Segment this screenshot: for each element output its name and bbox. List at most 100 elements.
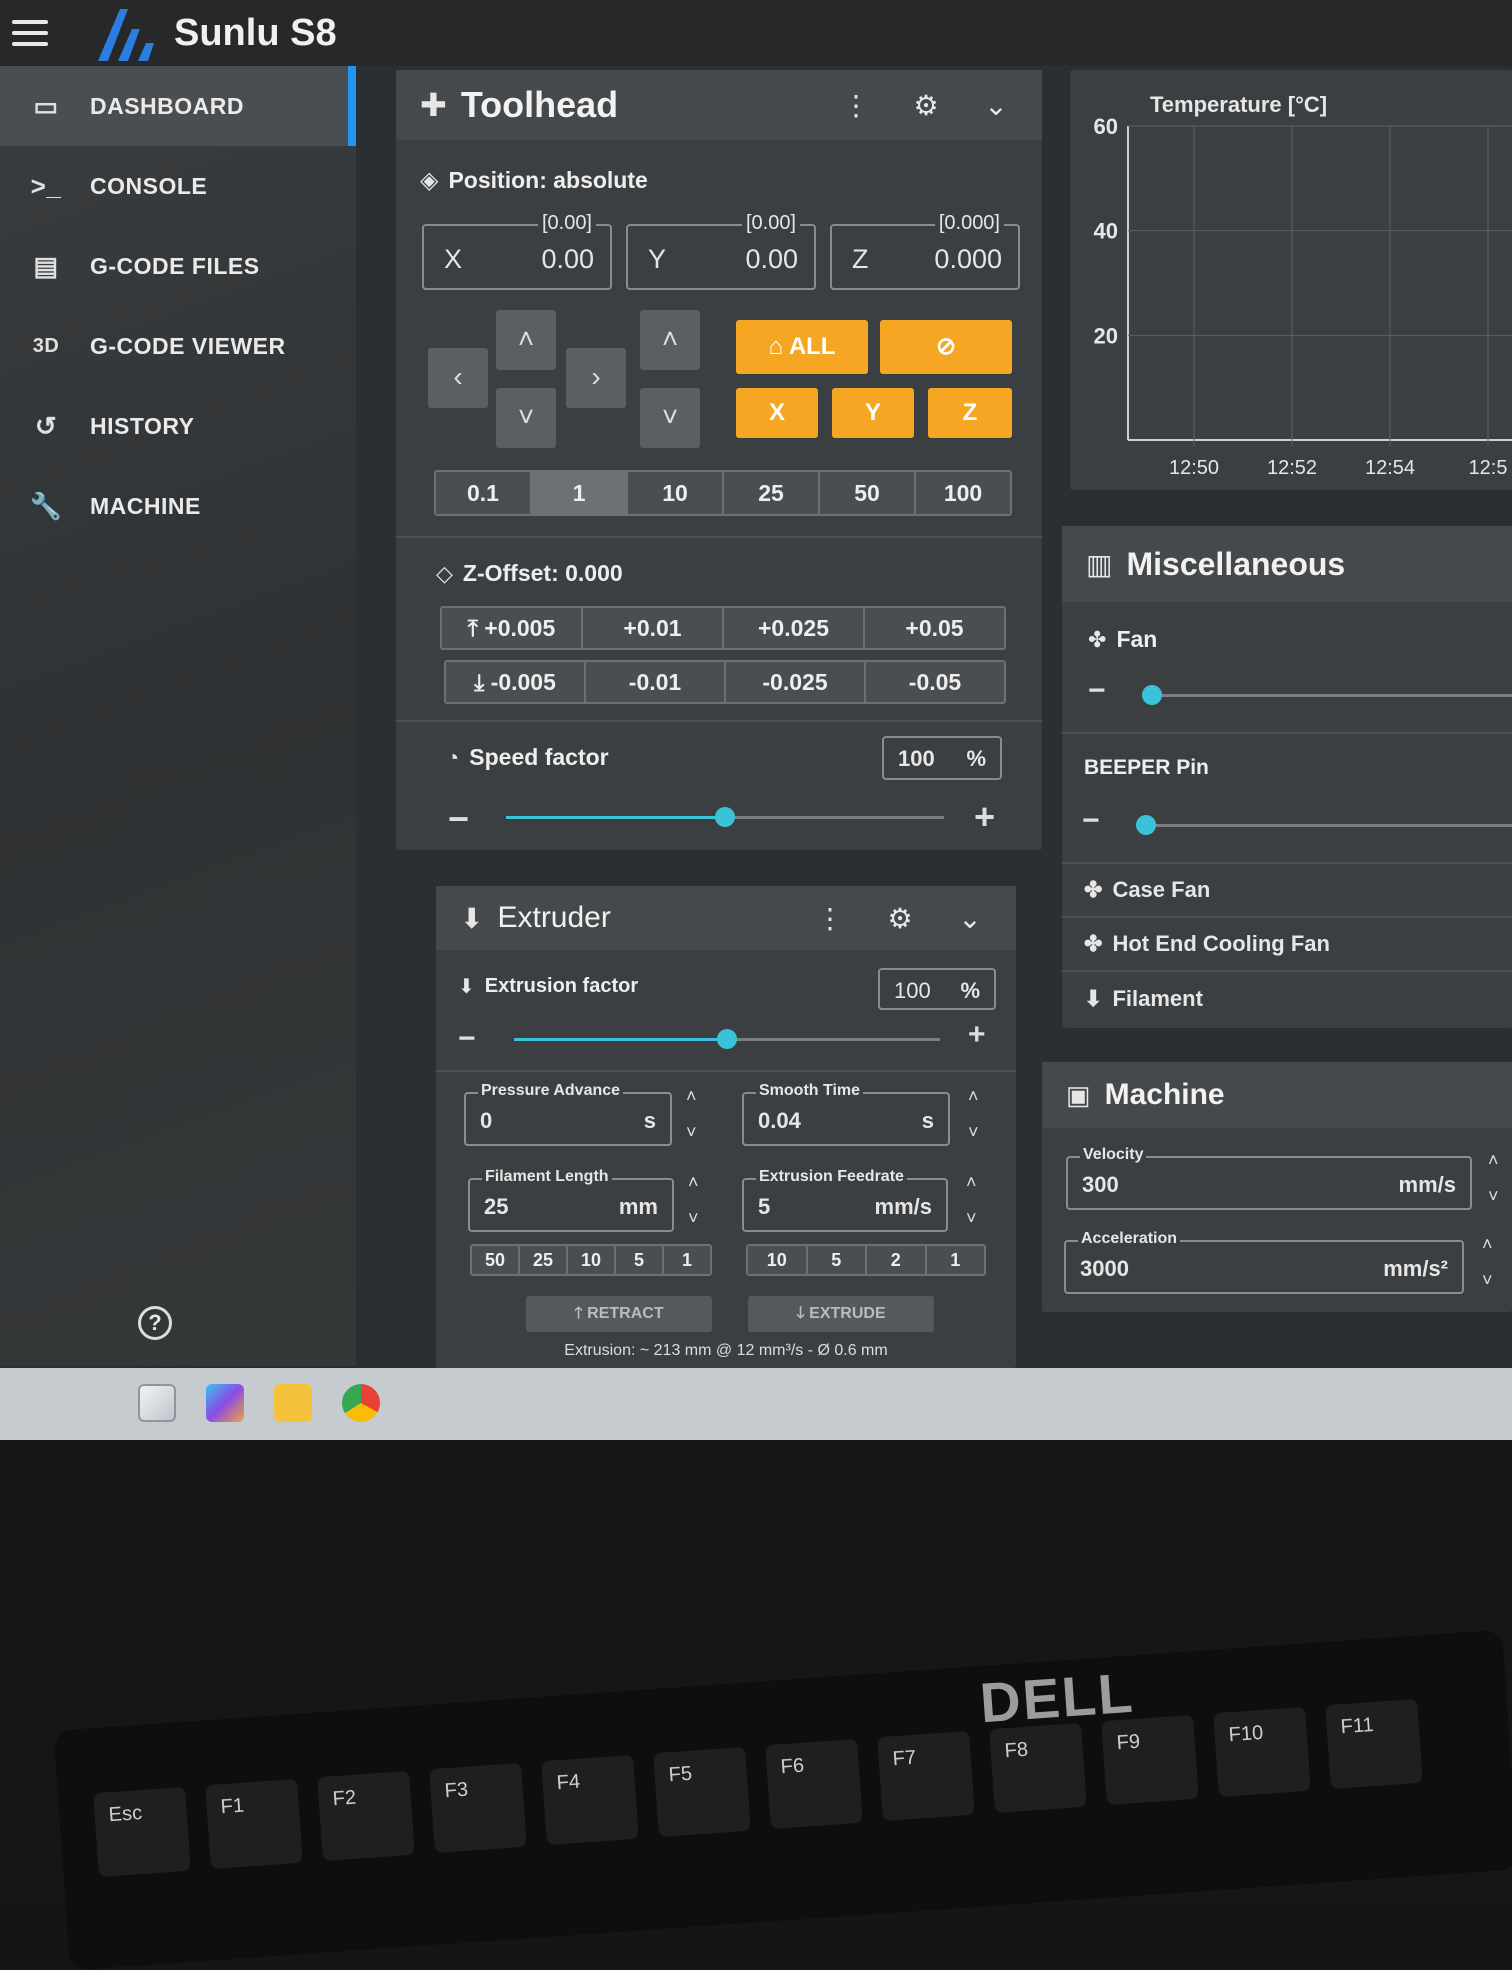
smooth-time-down-icon[interactable]: ˅ bbox=[968, 1122, 979, 1143]
extrusion-plus-icon[interactable]: + bbox=[968, 1018, 986, 1052]
sidebar-item-dashboard[interactable]: ▭ DASHBOARD bbox=[0, 66, 356, 146]
feedrate-step-button[interactable]: 5 bbox=[807, 1246, 867, 1274]
velocity-down-icon[interactable]: ˅ bbox=[1488, 1186, 1499, 1207]
length-step-button[interactable]: 10 bbox=[568, 1246, 616, 1274]
z-position-field[interactable]: [0.000] Z 0.000 bbox=[830, 212, 1020, 290]
extrusion-factor-input[interactable]: 100 % bbox=[878, 968, 996, 1010]
home-x-button[interactable]: X bbox=[736, 388, 818, 438]
gear-icon[interactable]: ⚙ bbox=[904, 83, 948, 127]
acceleration-up-icon[interactable]: ˄ bbox=[1482, 1234, 1493, 1255]
more-vert-icon[interactable]: ⋮ bbox=[834, 83, 878, 127]
chrome-icon[interactable] bbox=[342, 1384, 380, 1422]
sidebar-item-history[interactable]: ↺ HISTORY bbox=[0, 386, 356, 466]
menu-icon[interactable] bbox=[12, 20, 48, 46]
velocity-input[interactable]: Velocity 300 mm/s bbox=[1066, 1146, 1472, 1210]
zoffset-down-button[interactable]: -0.01 bbox=[586, 662, 726, 702]
sidebar: ▭ DASHBOARD >_ CONSOLE ▤ G-CODE FILES 3D… bbox=[0, 66, 356, 1366]
step-button[interactable]: 1 bbox=[532, 472, 628, 514]
step-button[interactable]: 0.1 bbox=[436, 472, 532, 514]
extrusion-feedrate-up-icon[interactable]: ˄ bbox=[966, 1172, 977, 1193]
acceleration-down-icon[interactable]: ˅ bbox=[1482, 1270, 1493, 1291]
chevron-down-icon[interactable]: ⌄ bbox=[948, 896, 992, 940]
extrude-button[interactable]: 🡓 EXTRUDE bbox=[748, 1296, 934, 1332]
extrusion-slider-knob[interactable] bbox=[717, 1029, 737, 1049]
fan-icon: ✤ bbox=[1084, 931, 1103, 956]
smooth-time-up-icon[interactable]: ˄ bbox=[968, 1086, 979, 1107]
filament-length-down-icon[interactable]: ˅ bbox=[688, 1208, 699, 1229]
pressure-advance-up-icon[interactable]: ˄ bbox=[686, 1086, 697, 1107]
extrusion-feedrate-input[interactable]: Extrusion Feedrate 5 mm/s bbox=[742, 1168, 948, 1232]
fan-slider-knob[interactable] bbox=[1142, 685, 1162, 705]
length-step-button[interactable]: 25 bbox=[520, 1246, 568, 1274]
zoffset-down-button[interactable]: ⤓ -0.005 bbox=[446, 662, 586, 702]
zoffset-down-button[interactable]: -0.025 bbox=[726, 662, 866, 702]
filament-length-input[interactable]: Filament Length 25 mm bbox=[468, 1168, 674, 1232]
gear-icon[interactable]: ⚙ bbox=[878, 896, 922, 940]
jog-y-minus-button[interactable]: ˅ bbox=[496, 388, 556, 448]
more-vert-icon[interactable]: ⋮ bbox=[808, 896, 852, 940]
jog-x-plus-button[interactable]: › bbox=[566, 348, 626, 408]
filament-row[interactable]: ⬇ Filament bbox=[1062, 970, 1512, 1026]
feedrate-step-button[interactable]: 2 bbox=[867, 1246, 927, 1274]
length-step-button[interactable]: 1 bbox=[664, 1246, 710, 1274]
extrusion-minus-icon[interactable]: − bbox=[458, 1022, 476, 1056]
step-button[interactable]: 50 bbox=[820, 472, 916, 514]
keyboard-key: F5 bbox=[653, 1746, 751, 1838]
y-position-field[interactable]: [0.00] Y 0.00 bbox=[626, 212, 816, 290]
feedrate-step-button[interactable]: 10 bbox=[748, 1246, 808, 1274]
step-button[interactable]: 25 bbox=[724, 472, 820, 514]
case-fan-row[interactable]: ✤ Case Fan bbox=[1062, 862, 1512, 916]
velocity-up-icon[interactable]: ˄ bbox=[1488, 1150, 1499, 1171]
retract-button[interactable]: 🡑 RETRACT bbox=[526, 1296, 712, 1332]
fan-slider-track[interactable] bbox=[1142, 694, 1512, 697]
z-value: 0.000 bbox=[934, 244, 1002, 274]
zoffset-up-button[interactable]: +0.025 bbox=[724, 608, 865, 648]
feedrate-step-button[interactable]: 1 bbox=[926, 1246, 984, 1274]
pressure-advance-input[interactable]: Pressure Advance 0 s bbox=[464, 1082, 672, 1146]
zoffset-down-button[interactable]: -0.05 bbox=[866, 662, 1004, 702]
sidebar-item-console[interactable]: >_ CONSOLE bbox=[0, 146, 356, 226]
zoffset-up-button[interactable]: ⤒ +0.005 bbox=[442, 608, 583, 648]
motors-off-button[interactable]: ⊘ bbox=[880, 320, 1012, 374]
fan-minus-icon[interactable]: − bbox=[1088, 674, 1106, 708]
wrench-icon: 🔧 bbox=[29, 490, 63, 521]
step-button[interactable]: 100 bbox=[916, 472, 1010, 514]
step-button[interactable]: 10 bbox=[628, 472, 724, 514]
x-position-field[interactable]: [0.00] X 0.00 bbox=[422, 212, 612, 290]
copilot-icon[interactable] bbox=[206, 1384, 244, 1422]
jog-x-minus-button[interactable]: ‹ bbox=[428, 348, 488, 408]
pressure-advance-down-icon[interactable]: ˅ bbox=[686, 1122, 697, 1143]
acceleration-input[interactable]: Acceleration 3000 mm/s² bbox=[1064, 1230, 1464, 1294]
beeper-minus-icon[interactable]: − bbox=[1082, 804, 1100, 838]
beeper-slider-track[interactable] bbox=[1136, 824, 1512, 827]
sidebar-item-gcode-viewer[interactable]: 3D G-CODE VIEWER bbox=[0, 306, 356, 386]
sidebar-item-machine[interactable]: 🔧 MACHINE bbox=[0, 466, 356, 546]
length-step-button[interactable]: 50 bbox=[472, 1246, 520, 1274]
smooth-time-input[interactable]: Smooth Time 0.04 s bbox=[742, 1082, 950, 1146]
extrusion-icon: ⬇ bbox=[458, 976, 475, 998]
beeper-slider-knob[interactable] bbox=[1136, 815, 1156, 835]
hotend-fan-row[interactable]: ✤ Hot End Cooling Fan bbox=[1062, 916, 1512, 970]
windows-start-icon[interactable] bbox=[138, 1384, 176, 1422]
speed-factor-input[interactable]: 100 % bbox=[882, 736, 1002, 780]
length-step-button[interactable]: 5 bbox=[616, 1246, 664, 1274]
sidebar-item-gcode-files[interactable]: ▤ G-CODE FILES bbox=[0, 226, 356, 306]
speed-plus-icon[interactable]: + bbox=[974, 796, 995, 838]
zoffset-up-button[interactable]: +0.01 bbox=[583, 608, 724, 648]
home-z-button[interactable]: Z bbox=[928, 388, 1012, 438]
jog-z-minus-button[interactable]: ˅ bbox=[640, 388, 700, 448]
jog-y-plus-button[interactable]: ˄ bbox=[496, 310, 556, 370]
file-explorer-icon[interactable] bbox=[274, 1384, 312, 1422]
filament-length-up-icon[interactable]: ˄ bbox=[688, 1172, 699, 1193]
beeper-row bbox=[1062, 732, 1512, 734]
jog-z-plus-button[interactable]: ˄ bbox=[640, 310, 700, 370]
speed-minus-icon[interactable]: − bbox=[448, 798, 469, 840]
help-icon[interactable]: ? bbox=[138, 1306, 172, 1340]
speed-slider-fill bbox=[506, 816, 725, 819]
extrusion-feedrate-down-icon[interactable]: ˅ bbox=[966, 1208, 977, 1229]
speed-slider-knob[interactable] bbox=[715, 807, 735, 827]
zoffset-up-button[interactable]: +0.05 bbox=[865, 608, 1004, 648]
home-all-button[interactable]: ⌂ ALL bbox=[736, 320, 868, 374]
chevron-down-icon[interactable]: ⌄ bbox=[974, 83, 1018, 127]
home-y-button[interactable]: Y bbox=[832, 388, 914, 438]
